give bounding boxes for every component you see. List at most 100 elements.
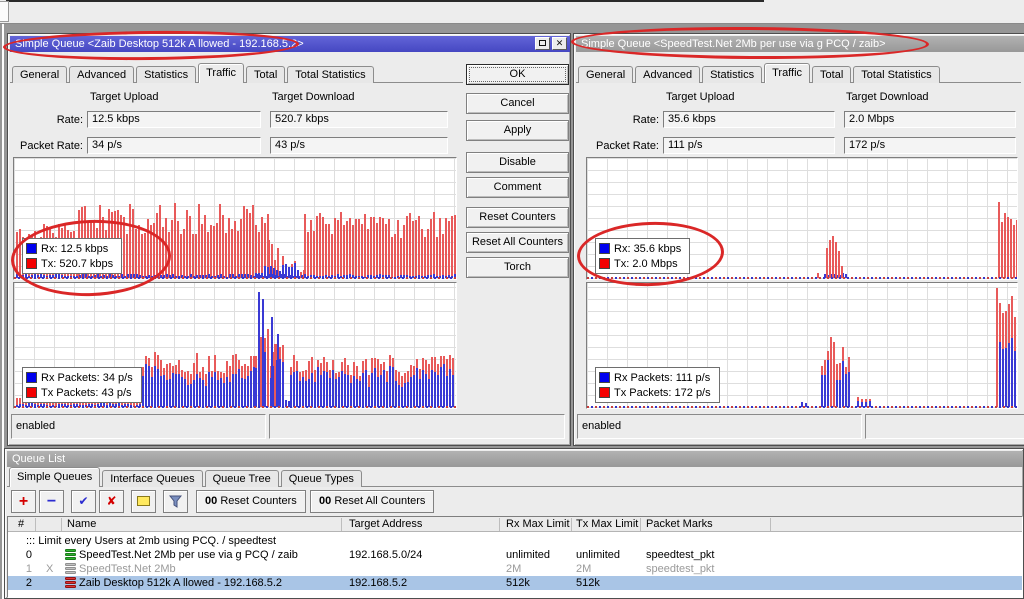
title-bar-buttons: ✕ xyxy=(535,37,567,50)
title-bar[interactable]: Queue List xyxy=(7,451,1023,467)
enable-button[interactable]: ✔ xyxy=(71,490,96,513)
packet-graph: Rx Packets: 34 p/s Tx Packets: 43 p/s xyxy=(13,282,457,409)
graph-baseline xyxy=(587,406,1017,408)
graph-baseline xyxy=(14,406,456,408)
tab-total[interactable]: Total xyxy=(246,66,285,83)
cancel-button[interactable]: Cancel xyxy=(466,93,569,114)
rx-swatch xyxy=(599,372,610,383)
rate-upload-field[interactable]: 12.5 kbps xyxy=(87,111,261,128)
rx-value: 12.5 kbps xyxy=(61,243,109,255)
packet-rate-download-field[interactable]: 43 p/s xyxy=(270,137,448,154)
graph-baseline xyxy=(14,277,456,279)
column-header-target[interactable]: Target Address xyxy=(349,518,422,530)
check-icon: ✔ xyxy=(78,494,88,508)
tab-statistics[interactable]: Statistics xyxy=(702,66,762,83)
queue-table: # Name Target Address Rx Max Limit Tx Ma… xyxy=(7,516,1023,598)
packet-rate-download-field[interactable]: 172 p/s xyxy=(844,137,1016,154)
add-button[interactable]: + xyxy=(11,490,36,513)
rate-graph: Rx: 35.6 kbps Tx: 2.0 Mbps xyxy=(586,157,1018,280)
tab-total-statistics[interactable]: Total Statistics xyxy=(853,66,939,83)
column-header-name[interactable]: Name xyxy=(67,518,96,530)
rx-packets-value: 34 p/s xyxy=(103,372,133,384)
tab-general[interactable]: General xyxy=(578,66,633,83)
column-header-tx-max[interactable]: Tx Max Limit xyxy=(576,518,638,530)
cross-icon: ✘ xyxy=(106,494,116,508)
column-divider[interactable] xyxy=(640,518,641,531)
close-button[interactable]: ✕ xyxy=(552,37,567,50)
rate-label: Rate: xyxy=(10,114,83,126)
packet-rate-label: Packet Rate: xyxy=(582,140,659,152)
torch-button[interactable]: Torch xyxy=(466,257,569,278)
status-bar-right xyxy=(269,414,565,439)
target-download-header: Target Download xyxy=(846,91,929,103)
row-number: 1 xyxy=(8,562,32,576)
column-divider[interactable] xyxy=(571,518,572,531)
queue-name: SpeedTest.Net 2Mb per use via g PCQ / za… xyxy=(79,548,339,562)
reset-all-counters-button[interactable]: 00 Reset All Counters xyxy=(310,490,434,513)
queue-row-0[interactable]: 0 SpeedTest.Net 2Mb per use via g PCQ / … xyxy=(8,548,1022,562)
rx-swatch xyxy=(26,243,37,254)
queue-rx-limit: 2M xyxy=(506,562,569,576)
tab-queue-tree[interactable]: Queue Tree xyxy=(205,470,279,487)
status-bar-left: enabled xyxy=(577,414,862,439)
queue-packet-marks: speedtest_pkt xyxy=(646,548,768,562)
winbox-workspace: Simple Queue <Zaib Desktop 512k A llowed… xyxy=(0,0,1024,599)
rx-value: 35.6 kbps xyxy=(634,243,682,255)
tx-packets-label: Tx Packets: xyxy=(41,387,98,399)
tab-total-statistics[interactable]: Total Statistics xyxy=(287,66,373,83)
rate-upload-field[interactable]: 35.6 kbps xyxy=(663,111,835,128)
rate-download-field[interactable]: 520.7 kbps xyxy=(270,111,448,128)
remove-button[interactable]: − xyxy=(39,490,64,513)
queue-name: SpeedTest.Net 2Mb xyxy=(79,562,339,576)
queue-row-1[interactable]: 1 X SpeedTest.Net 2Mb 2M 2M speedtest_pk… xyxy=(8,562,1022,576)
tab-total[interactable]: Total xyxy=(812,66,851,83)
rate-legend: Rx: 35.6 kbps Tx: 2.0 Mbps xyxy=(595,238,690,274)
top-toolbar-strip xyxy=(0,0,1024,24)
title-bar[interactable]: Simple Queue <SpeedTest.Net 2Mb per use … xyxy=(576,36,1024,52)
title-bar[interactable]: Simple Queue <Zaib Desktop 512k A llowed… xyxy=(10,36,570,52)
reset-counters-button[interactable]: 00 Reset Counters xyxy=(196,490,306,513)
column-divider[interactable] xyxy=(61,518,62,531)
tab-traffic[interactable]: Traffic xyxy=(198,63,244,83)
reset-all-counters-button[interactable]: Reset All Counters xyxy=(466,232,569,253)
tab-traffic[interactable]: Traffic xyxy=(764,63,810,83)
window-title: Queue List xyxy=(12,453,65,465)
disable-button[interactable]: Disable xyxy=(466,152,569,173)
column-divider[interactable] xyxy=(341,518,342,531)
rate-legend: Rx: 12.5 kbps Tx: 520.7 kbps xyxy=(22,238,122,274)
rate-graph-plot: Rx: 35.6 kbps Tx: 2.0 Mbps xyxy=(587,158,1017,279)
column-divider[interactable] xyxy=(35,518,36,531)
table-header: # Name Target Address Rx Max Limit Tx Ma… xyxy=(8,517,1022,532)
filter-button[interactable] xyxy=(163,490,188,513)
column-header-num[interactable]: # xyxy=(18,518,24,530)
column-divider[interactable] xyxy=(770,518,771,531)
column-header-packet-marks[interactable]: Packet Marks xyxy=(646,518,713,530)
ok-button[interactable]: OK xyxy=(466,64,569,85)
packet-rate-upload-field[interactable]: 111 p/s xyxy=(663,137,835,154)
apply-button[interactable]: Apply xyxy=(466,120,569,141)
reset-counters-button[interactable]: Reset Counters xyxy=(466,207,569,228)
maximize-button[interactable] xyxy=(535,37,550,50)
disable-button[interactable]: ✘ xyxy=(99,490,124,513)
rate-download-field[interactable]: 2.0 Mbps xyxy=(844,111,1016,128)
packet-graph-plot: Rx Packets: 111 p/s Tx Packets: 172 p/s xyxy=(587,283,1017,408)
tab-general[interactable]: General xyxy=(12,66,67,83)
column-header-rx-max[interactable]: Rx Max Limit xyxy=(506,518,570,530)
tab-queue-types[interactable]: Queue Types xyxy=(281,470,362,487)
tab-statistics[interactable]: Statistics xyxy=(136,66,196,83)
comment-button[interactable]: Comment xyxy=(466,177,569,198)
comment-text: ::: Limit every Users at 2mb using PCQ. … xyxy=(26,534,276,548)
column-divider[interactable] xyxy=(499,518,500,531)
queue-rx-limit: unlimited xyxy=(506,548,569,562)
simple-queue-dialog-left: Simple Queue <Zaib Desktop 512k A llowed… xyxy=(7,33,571,446)
tab-advanced[interactable]: Advanced xyxy=(635,66,700,83)
comment-button[interactable] xyxy=(131,490,156,513)
tab-simple-queues[interactable]: Simple Queues xyxy=(9,467,100,487)
plus-icon: + xyxy=(19,493,28,510)
minus-icon: − xyxy=(47,493,56,510)
tab-advanced[interactable]: Advanced xyxy=(69,66,134,83)
queue-row-2-selected[interactable]: 2 Zaib Desktop 512k A llowed - 192.168.5… xyxy=(8,576,1022,590)
tab-interface-queues[interactable]: Interface Queues xyxy=(102,470,202,487)
packet-rate-upload-field[interactable]: 34 p/s xyxy=(87,137,261,154)
comment-row[interactable]: ::: Limit every Users at 2mb using PCQ. … xyxy=(8,534,1022,548)
